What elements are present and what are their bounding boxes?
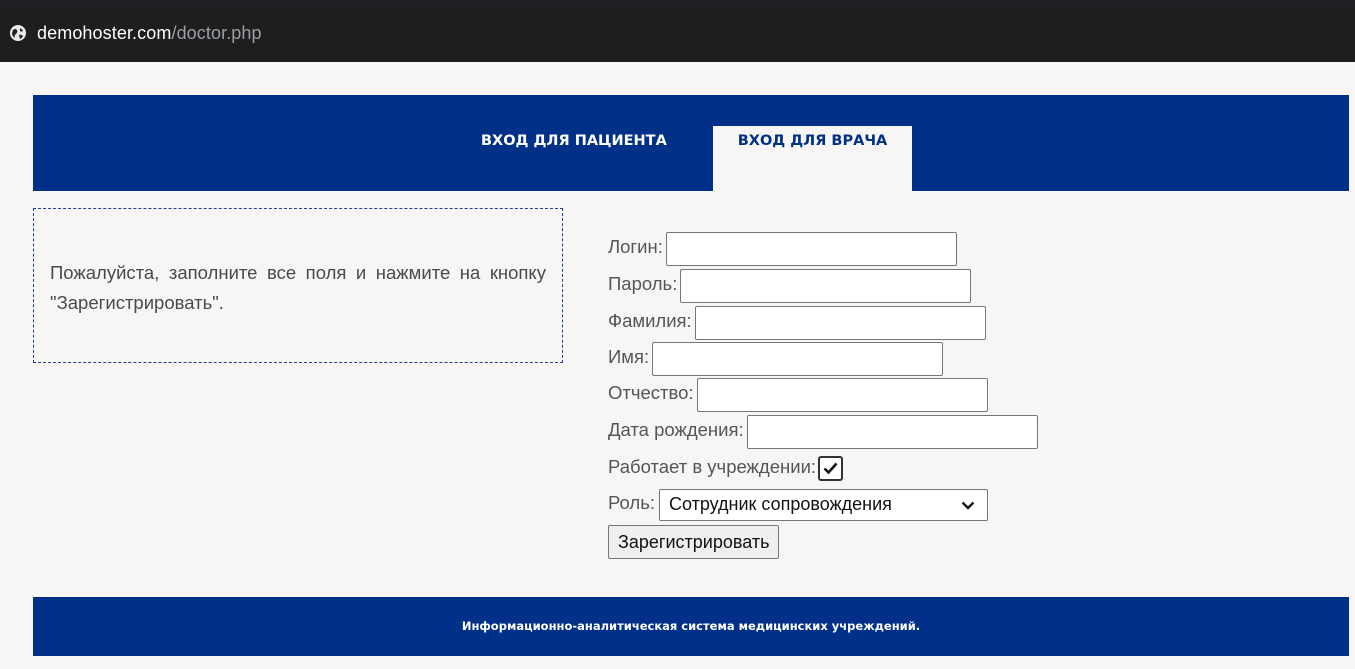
- birthdate-row: Дата рождения:: [608, 415, 1038, 449]
- works-row: Работает в учреждении:: [608, 452, 844, 486]
- birthdate-label: Дата рождения:: [608, 419, 744, 440]
- birthdate-input[interactable]: [746, 415, 1038, 449]
- password-input[interactable]: [680, 269, 972, 303]
- site-header: ВХОД ДЛЯ ПАЦИЕНТА ВХОД ДЛЯ ВРАЧА: [33, 95, 1349, 191]
- site-footer: Информационно-аналитическая система меди…: [33, 597, 1349, 656]
- patronymic-label: Отчество:: [608, 382, 694, 403]
- name-label: Имя:: [608, 346, 650, 367]
- role-select[interactable]: Сотрудник сопровождения: [658, 489, 988, 521]
- surname-label: Фамилия:: [608, 310, 692, 331]
- tab-patient-login[interactable]: ВХОД ДЛЯ ПАЦИЕНТА: [481, 126, 667, 191]
- register-button[interactable]: Зарегистрировать: [608, 525, 780, 559]
- role-label: Роль:: [608, 492, 655, 513]
- url-path: /doctor.php: [171, 23, 262, 43]
- login-label: Логин:: [608, 236, 663, 257]
- info-message-text: Пожалуйста, заполните все поля и нажмите…: [50, 262, 546, 313]
- login-input[interactable]: [665, 232, 957, 266]
- patronymic-input[interactable]: [696, 378, 988, 412]
- patronymic-row: Отчество:: [608, 378, 988, 412]
- login-row: Логин:: [608, 232, 957, 266]
- role-row: Роль: Сотрудник сопровождения: [608, 488, 988, 522]
- checkmark-icon: [823, 462, 838, 475]
- works-label: Работает в учреждении:: [608, 456, 817, 477]
- footer-text: Информационно-аналитическая система меди…: [461, 619, 921, 633]
- chevron-down-icon: [961, 501, 975, 510]
- name-row: Имя:: [608, 342, 944, 376]
- url-host: demohoster.com: [37, 23, 172, 43]
- name-input[interactable]: [652, 342, 944, 376]
- password-label: Пароль:: [608, 273, 678, 294]
- surname-row: Фамилия:: [608, 306, 986, 340]
- browser-address-bar: demohoster.com/doctor.php: [0, 0, 1355, 62]
- password-row: Пароль:: [608, 269, 972, 303]
- info-message-box: Пожалуйста, заполните все поля и нажмите…: [33, 208, 563, 363]
- url-text[interactable]: demohoster.com/doctor.php: [37, 22, 262, 44]
- works-checkbox[interactable]: [818, 456, 844, 481]
- surname-input[interactable]: [694, 306, 986, 340]
- tab-doctor-login[interactable]: ВХОД ДЛЯ ВРАЧА: [713, 126, 912, 191]
- role-selected-value: Сотрудник сопровождения: [668, 494, 892, 514]
- globe-icon: [9, 24, 27, 42]
